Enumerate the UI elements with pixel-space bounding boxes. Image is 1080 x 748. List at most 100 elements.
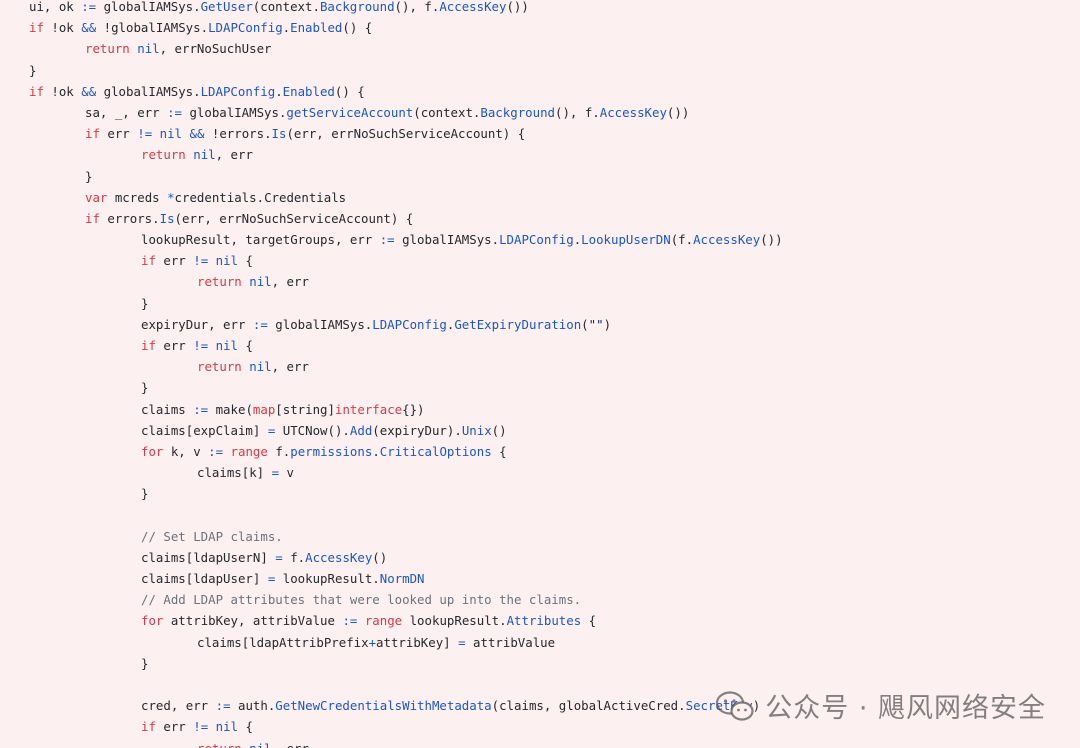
code-token: , errNoSuchUser [159,41,272,57]
code-token: } [141,295,149,311]
code-token: attribKey] [376,634,459,650]
code-token: if [29,20,44,36]
code-token: [string] [275,401,335,417]
code-line: claims[ldapUserN] = f.AccessKey() [29,547,783,568]
code-token: err [99,126,138,142]
code-token: () { [342,20,373,36]
code-token: claims[ldapUserN] [141,549,276,565]
code-token: sa, _, err [85,104,168,120]
code-token: {}) [402,401,425,417]
code-token: (), f. [555,104,600,120]
code-token: () [491,422,507,438]
code-token: expiryDur, err [141,316,253,332]
code-token: return [197,741,242,748]
code-token: // Set LDAP claims. [141,528,283,544]
code-token: && [189,126,205,142]
code-line: if err != nil { [29,335,783,356]
code-token: AccessKey [693,232,761,248]
code-token: Enabled [290,20,343,36]
code-token: && [81,20,97,36]
code-token: GetNewCredentialsWithMetadata [275,698,492,714]
code-token: () { [334,83,365,99]
code-token: globalIAMSys. [394,232,500,248]
code-token: Enabled [282,83,335,99]
code-token: Background [319,0,395,14]
code-token: (context. [252,0,320,14]
code-line: // Set LDAP claims. [29,526,783,547]
code-line: sa, _, err := globalIAMSys.getServiceAcc… [29,102,783,123]
code-token: , err [272,741,309,748]
code-token: credentials.Credentials [174,189,347,205]
code-line: claims[k] = v [29,462,783,483]
code-token: (f. [670,232,694,248]
code-line: if err != nil { [29,250,783,271]
code-token: Unix [461,422,492,438]
code-token: if [29,83,44,99]
code-line: } [29,483,783,504]
code-token: if [141,253,156,269]
code-token: errors. [99,210,160,226]
code-token: Background [480,104,555,120]
code-token: ) [603,316,612,332]
code-token: var [85,189,108,205]
code-token: GetExpiryDuration [454,316,582,332]
watermark: 公众号 · 飓风网络安全 [715,686,1046,725]
code-token: } [141,655,149,671]
code-token: NormDN [379,571,425,587]
code-token: attribValue [465,634,556,650]
code-token: LDAPConfig [200,83,276,99]
code-token: = [271,465,280,481]
code-token: Attributes [506,613,582,629]
code-line: claims := make(map[string]interface{}) [29,399,783,420]
code-token: () [372,549,388,565]
code-token: lookupResult, targetGroups, err [141,232,380,248]
code-line: } [29,293,783,314]
code-token: claims[expClaim] [141,422,268,438]
code-token: AccessKey [599,104,667,120]
code-token: := [167,104,182,120]
code-lines: ui, ok := globalIAMSys.GetUser(context.B… [29,0,783,748]
code-token: nil [249,274,272,290]
code-token: := [208,443,224,459]
code-token: := [342,613,358,629]
code-token: if [141,719,156,735]
code-token: err [155,253,194,269]
code-token: = [458,634,466,650]
code-token: err [155,719,194,735]
code-line: if !ok && !globalIAMSys.LDAPConfig.Enabl… [29,17,783,38]
code-token: nil [193,147,216,163]
code-token: (err, errNoSuchServiceAccount) { [174,210,414,226]
code-line: cred, err := auth.GetNewCredentialsWithM… [29,695,783,716]
code-token: cred, err [141,698,216,714]
code-token: mcreds [107,189,168,205]
code-token: } [29,62,37,78]
code-token: { [238,338,253,353]
code-line: if !ok && globalIAMSys.LDAPConfig.Enable… [29,81,783,102]
code-token: !globalIAMSys. [96,20,209,36]
code-token: if [85,210,100,226]
code-token: != [137,126,153,142]
code-line: } [29,377,783,398]
code-line: return nil, err [29,144,783,165]
code-token: nil [159,126,183,142]
code-token: for [141,613,164,629]
code-token: range [364,613,403,629]
code-token: ()) [666,104,690,120]
code-line: ui, ok := globalIAMSys.GetUser(context.B… [29,0,783,17]
code-token: claims[ldapUser] [141,571,268,587]
code-token: := [81,0,97,14]
code-token: (expiryDur). [372,422,462,438]
code-token: ( [581,316,589,332]
code-token: AccessKey [305,549,373,565]
code-token: nil [249,741,271,748]
code-token: . [275,83,283,99]
code-token: != [193,719,209,735]
code-line: return nil, err [29,738,783,748]
code-token: { [238,253,253,269]
code-token: UTCNow(). [275,422,350,438]
code-token: !ok [43,83,82,99]
